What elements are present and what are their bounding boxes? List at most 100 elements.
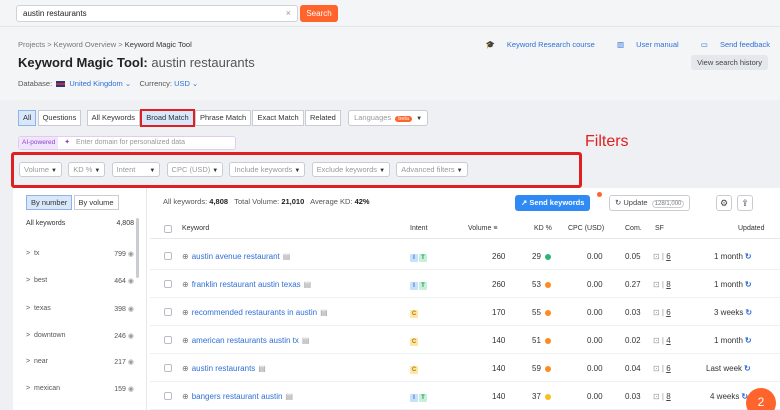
serp-icon[interactable]: ▤ xyxy=(302,336,310,345)
group-item[interactable]: > downtown 246 ◉ xyxy=(26,332,134,340)
filter-advanced[interactable]: Advanced filters ▼ xyxy=(396,162,468,177)
column-intent[interactable]: Intent xyxy=(410,225,428,232)
keyword-link[interactable]: ⊕ recommended restaurants in austin ▤ xyxy=(182,308,328,317)
serp-icon[interactable]: ▤ xyxy=(320,308,328,317)
export-icon[interactable]: ⇪ xyxy=(737,195,753,211)
keyword-text: american restaurants austin tx xyxy=(191,336,299,345)
row-checkbox[interactable] xyxy=(164,336,172,344)
refresh-icon[interactable]: ↻ xyxy=(745,308,752,317)
languages-dropdown[interactable]: Languages beta ▼ xyxy=(348,110,429,126)
table-row: ⊕ austin avenue restaurant ▤ IT 260 29 0.0… xyxy=(150,242,780,270)
tab-questions[interactable]: Questions xyxy=(37,110,82,126)
tab-related[interactable]: Related xyxy=(304,110,341,126)
chevron-down-icon[interactable]: ⌄ xyxy=(190,79,198,88)
kd-value: 59 xyxy=(532,364,551,373)
group-count: 246 xyxy=(114,333,126,340)
groups-header[interactable]: All keywords 4,808 xyxy=(26,220,134,227)
row-checkbox[interactable] xyxy=(164,364,172,372)
sf-value[interactable]: ⊡ | 6 xyxy=(653,364,671,373)
serp-icon[interactable]: ▤ xyxy=(304,280,312,289)
clear-icon[interactable]: × xyxy=(286,6,291,21)
group-item[interactable]: > near 217 ◉ xyxy=(26,358,134,366)
sf-value[interactable]: ⊡ | 6 xyxy=(653,308,671,317)
by-volume-toggle[interactable]: By volume xyxy=(73,195,119,210)
eye-icon[interactable]: ◉ xyxy=(128,278,134,285)
keyword-link[interactable]: ⊕ bangers restaurant austin ▤ xyxy=(182,392,293,401)
row-checkbox[interactable] xyxy=(164,280,172,288)
filter-kd[interactable]: KD % ▼ xyxy=(68,162,106,177)
sf-value[interactable]: ⊡ | 6 xyxy=(653,252,671,261)
group-item[interactable]: > tx 799 ◉ xyxy=(26,250,134,258)
group-item[interactable]: > texas 398 ◉ xyxy=(26,305,134,313)
row-checkbox[interactable] xyxy=(164,392,172,400)
sf-value[interactable]: ⊡ | 8 xyxy=(653,392,671,401)
feedback-link[interactable]: ▭ Send feedback xyxy=(691,40,770,49)
kd-number: 59 xyxy=(532,364,541,373)
tab-all-keywords[interactable]: All Keywords xyxy=(86,110,140,126)
database-select[interactable]: United Kingdom xyxy=(69,79,122,88)
group-name: mexican xyxy=(33,385,61,392)
serp-icon[interactable]: ▤ xyxy=(283,252,291,261)
column-com[interactable]: Com. xyxy=(625,225,642,232)
eye-icon[interactable]: ◉ xyxy=(128,333,134,340)
intent-badges: C xyxy=(410,364,419,374)
group-item[interactable]: > mexican 159 ◉ xyxy=(26,385,134,393)
filter-include-keywords[interactable]: Include keywords ▼ xyxy=(229,162,306,177)
row-checkbox[interactable] xyxy=(164,252,172,260)
manual-link[interactable]: ▥ User manual xyxy=(607,40,679,49)
select-all-checkbox[interactable] xyxy=(164,225,172,233)
tab-broad-match[interactable]: Broad Match xyxy=(140,109,195,127)
eye-icon[interactable]: ◉ xyxy=(128,306,134,313)
ai-domain-input[interactable]: AI-powered ✦ Enter domain for personaliz… xyxy=(18,136,236,150)
tab-exact-match[interactable]: Exact Match xyxy=(252,110,304,126)
column-sf[interactable]: SF xyxy=(655,225,664,232)
chevron-down-icon[interactable]: ⌄ xyxy=(123,79,131,88)
keyword-link[interactable]: ⊕ american restaurants austin tx ▤ xyxy=(182,336,309,345)
column-keyword[interactable]: Keyword xyxy=(182,225,209,232)
add-circle-icon[interactable]: ⊕ xyxy=(182,392,189,401)
groups-scrollbar[interactable] xyxy=(136,218,139,278)
settings-gear-icon[interactable]: ⚙ xyxy=(716,195,732,211)
view-search-history-button[interactable]: View search history xyxy=(691,55,768,70)
course-link[interactable]: 🎓 Keyword Research course xyxy=(475,40,594,49)
column-kd[interactable]: KD % xyxy=(534,225,552,232)
column-updated[interactable]: Updated xyxy=(738,225,764,232)
serp-icon[interactable]: ▤ xyxy=(258,364,266,373)
breadcrumb-projects[interactable]: Projects xyxy=(18,40,45,49)
tab-all[interactable]: All xyxy=(18,110,37,126)
sf-value[interactable]: ⊡ | 8 xyxy=(653,280,671,289)
keyword-link[interactable]: ⊕ austin avenue restaurant ▤ xyxy=(182,252,290,261)
currency-select[interactable]: USD xyxy=(174,79,190,88)
refresh-icon[interactable]: ↻ xyxy=(744,364,751,373)
search-input[interactable]: austin restaurants × xyxy=(16,5,298,22)
breadcrumb-keyword-overview[interactable]: Keyword Overview xyxy=(54,40,117,49)
add-circle-icon[interactable]: ⊕ xyxy=(182,336,189,345)
filter-volume[interactable]: Volume ▼ xyxy=(19,162,62,177)
tab-phrase-match[interactable]: Phrase Match xyxy=(194,110,252,126)
refresh-icon[interactable]: ↻ xyxy=(745,252,752,261)
sf-value[interactable]: ⊡ | 4 xyxy=(653,336,671,345)
keyword-link[interactable]: ⊕ austin restaurants ▤ xyxy=(182,364,266,373)
group-item[interactable]: > best 464 ◉ xyxy=(26,277,134,285)
add-circle-icon[interactable]: ⊕ xyxy=(182,252,189,261)
row-checkbox[interactable] xyxy=(164,308,172,316)
search-button[interactable]: Search xyxy=(300,5,338,22)
keyword-link[interactable]: ⊕ franklin restaurant austin texas ▤ xyxy=(182,280,311,289)
column-cpc[interactable]: CPC (USD) xyxy=(568,225,604,232)
filter-cpc[interactable]: CPC (USD) ▼ xyxy=(166,162,224,177)
filter-intent[interactable]: Intent ▼ xyxy=(111,162,161,177)
by-number-toggle[interactable]: By number xyxy=(26,195,73,210)
eye-icon[interactable]: ◉ xyxy=(128,251,134,258)
send-keywords-button[interactable]: ↗ Send keywords xyxy=(515,195,591,211)
refresh-icon[interactable]: ↻ xyxy=(745,280,752,289)
add-circle-icon[interactable]: ⊕ xyxy=(182,280,189,289)
add-circle-icon[interactable]: ⊕ xyxy=(182,308,189,317)
filter-exclude-keywords[interactable]: Exclude keywords ▼ xyxy=(311,162,391,177)
column-volume[interactable]: Volume ≡ xyxy=(468,225,497,232)
eye-icon[interactable]: ◉ xyxy=(128,386,134,393)
add-circle-icon[interactable]: ⊕ xyxy=(182,364,189,373)
eye-icon[interactable]: ◉ xyxy=(128,359,134,366)
refresh-icon[interactable]: ↻ xyxy=(745,336,752,345)
serp-icon[interactable]: ▤ xyxy=(285,392,293,401)
update-button[interactable]: ↻ Update 128/1,000 xyxy=(609,195,691,211)
